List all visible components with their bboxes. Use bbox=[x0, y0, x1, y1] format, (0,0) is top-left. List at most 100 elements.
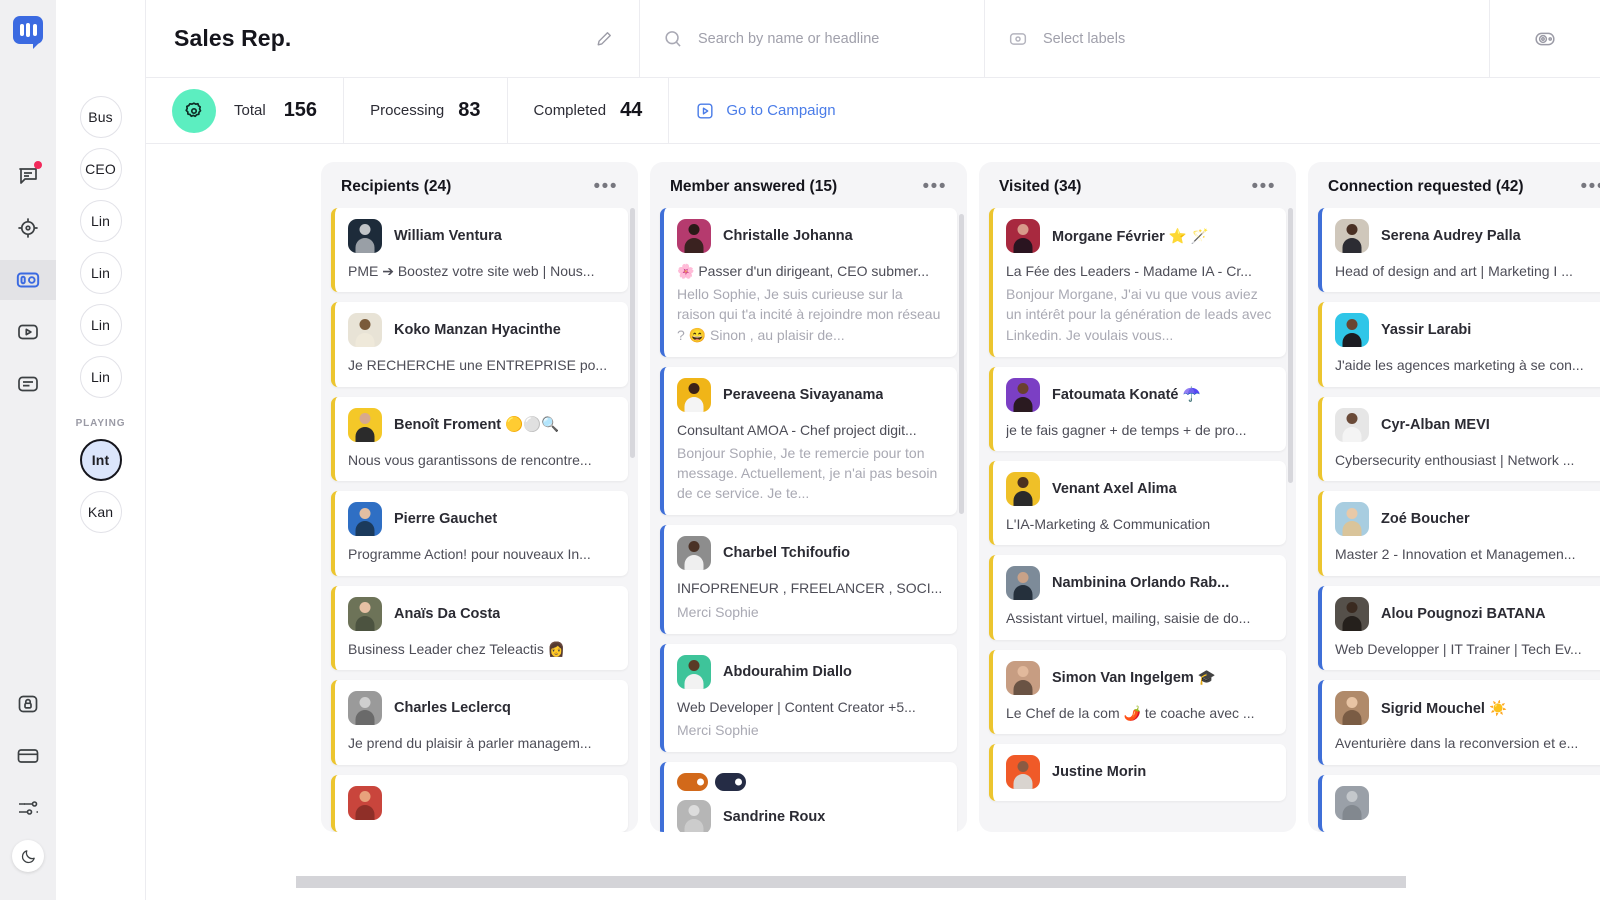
lead-card[interactable] bbox=[1318, 775, 1600, 832]
lead-card[interactable]: Charbel Tchifoufio INFOPRENEUR , FREELAN… bbox=[660, 525, 957, 633]
more-icon[interactable]: ••• bbox=[1581, 182, 1600, 192]
lead-message: Merci Sophie bbox=[677, 602, 944, 622]
lead-card[interactable]: Sandrine Roux bbox=[660, 762, 957, 832]
lead-card[interactable]: Morgane Février ⭐ 🪄 La Fée des Leaders -… bbox=[989, 208, 1286, 357]
workspace-chip-2[interactable]: Lin bbox=[80, 200, 122, 242]
kanban-column-recipients: Recipients (24) ••• William Ventura PME … bbox=[321, 162, 638, 832]
workspace-chip-playing-0[interactable]: Int bbox=[80, 439, 122, 481]
workspace-chip-5[interactable]: Lin bbox=[80, 356, 122, 398]
more-icon[interactable]: ••• bbox=[594, 182, 618, 192]
lead-headline: Aventurière dans la reconversion et e... bbox=[1335, 734, 1600, 752]
column-body[interactable]: William Ventura PME ➔ Boostez votre site… bbox=[321, 208, 638, 832]
dark-mode-toggle[interactable] bbox=[12, 840, 44, 872]
lead-card[interactable]: Nambinina Orlando Rab... Assistant virtu… bbox=[989, 555, 1286, 639]
lead-headline: L'IA-Marketing & Communication bbox=[1006, 515, 1273, 533]
horizontal-scrollbar[interactable] bbox=[296, 876, 1600, 888]
column-title: Recipients (24) bbox=[341, 178, 451, 196]
lead-card[interactable]: Venant Axel Alima L'IA-Marketing & Commu… bbox=[989, 461, 1286, 545]
column-body[interactable]: Christalle Johanna 🌸 Passer d'un dirigea… bbox=[650, 208, 967, 832]
lead-name: Koko Manzan Hyacinthe bbox=[394, 322, 561, 338]
stat-label: Completed bbox=[534, 102, 607, 119]
avatar bbox=[677, 219, 711, 253]
lead-name: Nambinina Orlando Rab... bbox=[1052, 575, 1229, 591]
lead-card[interactable]: Fatoumata Konaté ☂️ je te fais gagner + … bbox=[989, 367, 1286, 451]
kanban-column-connection-requested: Connection requested (42) ••• Serena Aud… bbox=[1308, 162, 1600, 832]
more-icon[interactable]: ••• bbox=[923, 182, 947, 192]
workspace-label: Int bbox=[92, 452, 109, 468]
lead-headline: Head of design and art | Marketing I ... bbox=[1335, 262, 1600, 280]
lead-card[interactable]: Zoé Boucher Master 2 - Innovation et Man… bbox=[1318, 491, 1600, 575]
lead-card[interactable]: Sigrid Mouchel ☀️ Aventurière dans la re… bbox=[1318, 680, 1600, 764]
lead-card[interactable]: Yassir Larabi J'aide les agences marketi… bbox=[1318, 302, 1600, 386]
tag-orange[interactable] bbox=[677, 773, 708, 791]
stat-value: 44 bbox=[620, 99, 642, 122]
lead-card[interactable]: Christalle Johanna 🌸 Passer d'un dirigea… bbox=[660, 208, 957, 357]
kanban-column-member-answered: Member answered (15) ••• Christalle Joha… bbox=[650, 162, 967, 832]
lead-headline: PME ➔ Boostez votre site web | Nous... bbox=[348, 262, 615, 280]
lead-name: Sandrine Roux bbox=[723, 809, 825, 825]
video-icon[interactable] bbox=[8, 312, 48, 352]
labels-selector[interactable]: Select labels bbox=[985, 0, 1490, 77]
credit-card-icon[interactable] bbox=[8, 736, 48, 776]
column-scrollbar[interactable] bbox=[1288, 208, 1293, 483]
messages-icon[interactable] bbox=[8, 156, 48, 196]
top-bar: Sales Rep. Select labels bbox=[146, 0, 1600, 78]
lead-name: Yassir Larabi bbox=[1381, 322, 1471, 338]
lead-message: Bonjour Morgane, J'ai vu que vous aviez … bbox=[1006, 284, 1273, 344]
avatar bbox=[348, 313, 382, 347]
pencil-icon[interactable] bbox=[593, 28, 615, 50]
lead-name: Justine Morin bbox=[1052, 764, 1146, 780]
board-area: Recipients (24) ••• William Ventura PME … bbox=[146, 144, 1600, 900]
workspace-chip-0[interactable]: Bus bbox=[80, 96, 122, 138]
gear-icon[interactable] bbox=[172, 89, 216, 133]
target-icon[interactable] bbox=[8, 208, 48, 248]
workspace-chip-3[interactable]: Lin bbox=[80, 252, 122, 294]
lead-card[interactable]: Benoît Froment 🟡⚪🔍 Nous vous garantisson… bbox=[331, 397, 628, 481]
lead-name: Venant Axel Alima bbox=[1052, 481, 1177, 497]
lead-card[interactable]: Abdourahim Diallo Web Developer | Conten… bbox=[660, 644, 957, 752]
column-scrollbar[interactable] bbox=[959, 214, 964, 514]
lead-card[interactable]: Simon Van Ingelgem 🎓 Le Chef de la com 🌶… bbox=[989, 650, 1286, 734]
lead-headline: Consultant AMOA - Chef project digit... bbox=[677, 421, 944, 439]
workspace-chip-4[interactable]: Lin bbox=[80, 304, 122, 346]
lead-name: Benoît Froment 🟡⚪🔍 bbox=[394, 416, 559, 433]
search-input[interactable] bbox=[698, 31, 962, 47]
webcam-icon[interactable] bbox=[1533, 27, 1557, 51]
lead-card[interactable]: Anaïs Da Costa Business Leader chez Tele… bbox=[331, 586, 628, 670]
lead-headline: Je RECHERCHE une ENTREPRISE po... bbox=[348, 356, 615, 374]
workspace-chip-1[interactable]: CEO bbox=[80, 148, 122, 190]
go-to-campaign-link[interactable]: Go to Campaign bbox=[669, 78, 861, 143]
workspace-label: Lin bbox=[91, 213, 110, 229]
lead-card[interactable]: Koko Manzan Hyacinthe Je RECHERCHE une E… bbox=[331, 302, 628, 386]
kanban-icon[interactable] bbox=[0, 260, 56, 300]
main-area: Sales Rep. Select labels bbox=[146, 0, 1600, 900]
stat-label: Total bbox=[234, 102, 266, 119]
avatar bbox=[1335, 313, 1369, 347]
lead-card[interactable]: Justine Morin bbox=[989, 744, 1286, 801]
lead-card[interactable]: Pierre Gauchet Programme Action! pour no… bbox=[331, 491, 628, 575]
workspace-chip-playing-1[interactable]: Kan bbox=[80, 491, 122, 533]
lead-name: Abdourahim Diallo bbox=[723, 664, 852, 680]
lead-name: Zoé Boucher bbox=[1381, 511, 1470, 527]
lead-message: Bonjour Sophie, Je te remercie pour ton … bbox=[677, 443, 944, 503]
tag-navy[interactable] bbox=[715, 773, 746, 791]
avatar bbox=[1006, 219, 1040, 253]
column-body[interactable]: Serena Audrey Palla Head of design and a… bbox=[1308, 208, 1600, 832]
lock-icon[interactable] bbox=[8, 684, 48, 724]
lead-card[interactable]: Peraveena Sivayanama Consultant AMOA - C… bbox=[660, 367, 957, 516]
lead-card[interactable]: William Ventura PME ➔ Boostez votre site… bbox=[331, 208, 628, 292]
play-box-icon bbox=[695, 101, 715, 121]
lead-card[interactable] bbox=[331, 775, 628, 832]
column-scrollbar[interactable] bbox=[630, 208, 635, 458]
list-icon[interactable] bbox=[8, 364, 48, 404]
lead-card[interactable]: Charles Leclercq Je prend du plaisir à p… bbox=[331, 680, 628, 764]
sliders-icon[interactable] bbox=[8, 788, 48, 828]
horizontal-scrollbar-thumb[interactable] bbox=[296, 876, 1406, 888]
lead-card[interactable]: Serena Audrey Palla Head of design and a… bbox=[1318, 208, 1600, 292]
lead-card[interactable]: Cyr-Alban MEVI Cybersecurity enthousiast… bbox=[1318, 397, 1600, 481]
lead-card[interactable]: Alou Pougnozi BATANA Web Developper | IT… bbox=[1318, 586, 1600, 670]
column-body[interactable]: Morgane Février ⭐ 🪄 La Fée des Leaders -… bbox=[979, 208, 1296, 832]
more-icon[interactable]: ••• bbox=[1252, 182, 1276, 192]
lead-headline: J'aide les agences marketing à se con... bbox=[1335, 356, 1600, 374]
app-logo[interactable] bbox=[13, 16, 43, 44]
